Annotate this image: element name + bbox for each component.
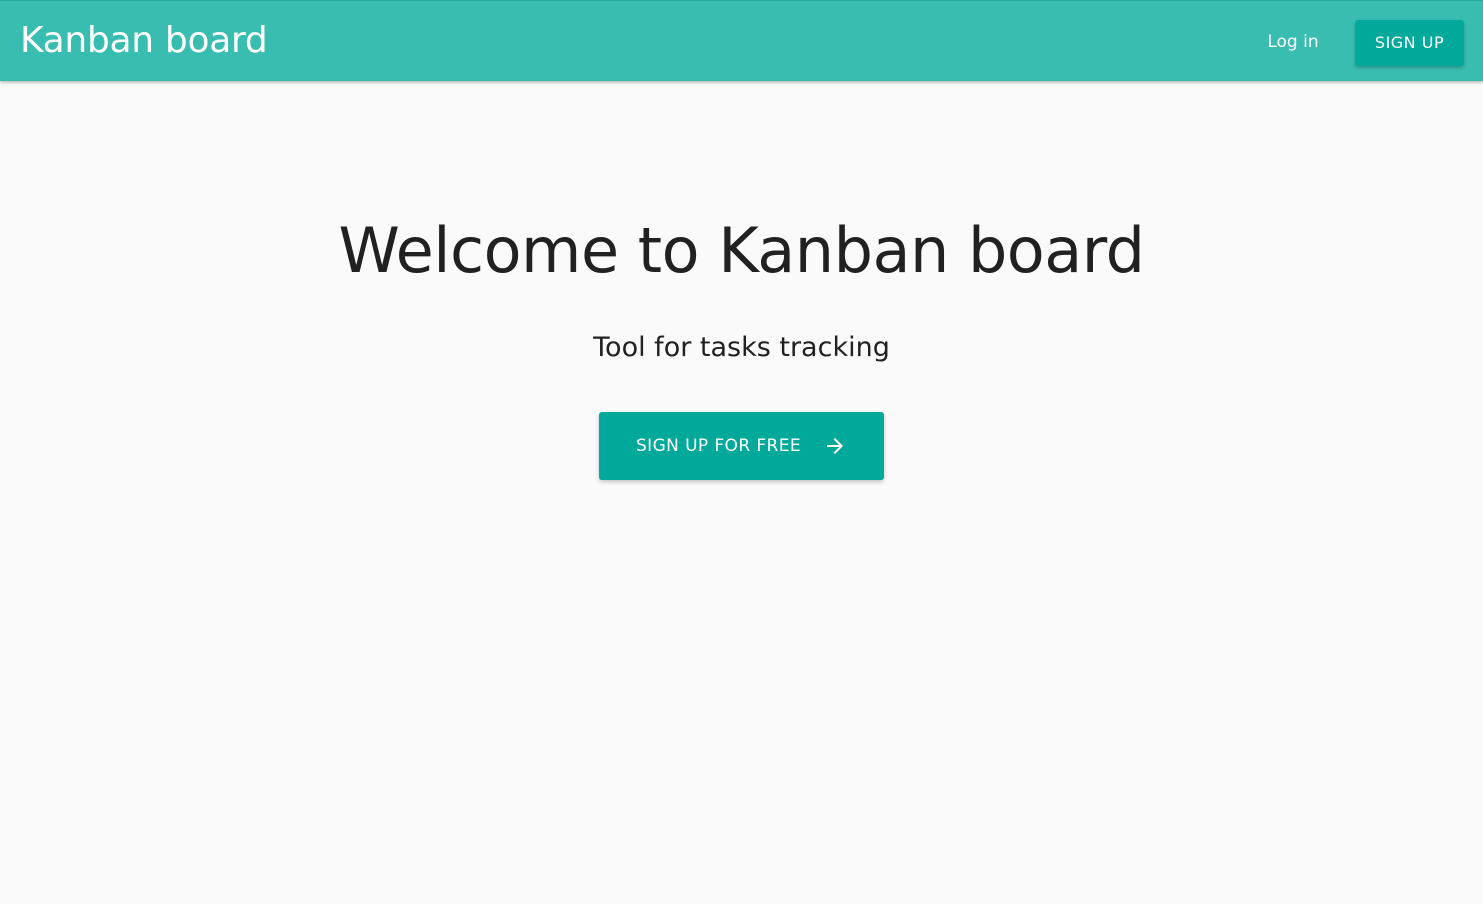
brand-title[interactable]: Kanban board [20,19,268,63]
signup-button[interactable]: SIGN UP [1355,20,1464,66]
signup-for-free-label: SIGN UP FOR FREE [635,436,802,456]
app-bar: Kanban board Log in SIGN UP [0,0,1483,81]
hero-title: Welcome to Kanban board [338,214,1145,287]
hero-subtitle: Tool for tasks tracking [593,332,890,363]
login-link[interactable]: Log in [1254,23,1332,61]
signup-for-free-button[interactable]: SIGN UP FOR FREE [599,412,884,480]
arrow-right-icon [823,434,847,458]
